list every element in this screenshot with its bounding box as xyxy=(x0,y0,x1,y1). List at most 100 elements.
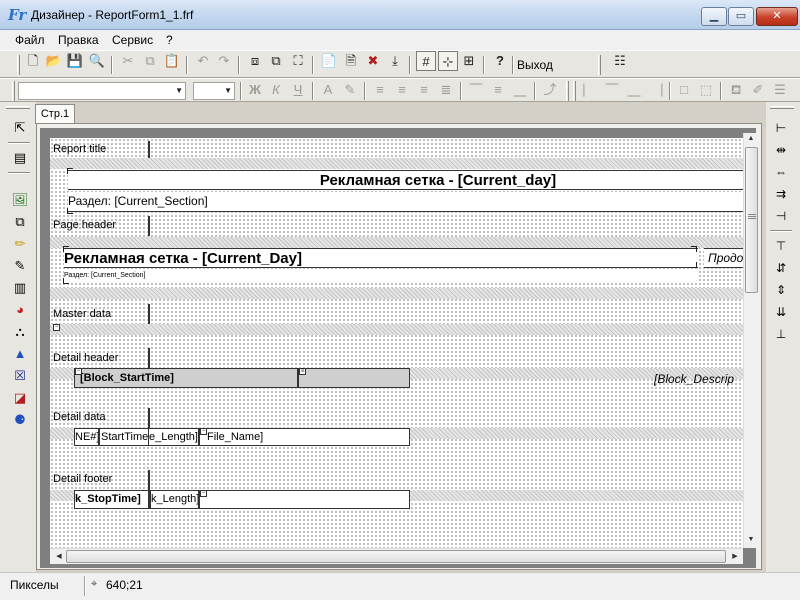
align-left-edges-icon[interactable]: ⊢ xyxy=(770,118,792,138)
align-center-icon[interactable]: ≡ xyxy=(392,80,412,100)
font-size-select[interactable]: ▼ xyxy=(193,82,235,100)
report-title-text[interactable]: Рекламная сетка - [Current_day] xyxy=(68,170,743,190)
page-header-right-text[interactable]: Продо xyxy=(704,248,743,268)
valign-bottom-icon[interactable]: ⎽ xyxy=(510,80,530,100)
valign-middle-icon[interactable]: ≡ xyxy=(488,80,508,100)
maximize-button[interactable]: ▭ xyxy=(728,7,754,26)
band-detail-footer[interactable]: Detail footer k_StopTime] k_Length] − xyxy=(50,462,743,548)
page-properties-icon[interactable]: ⤓ xyxy=(385,51,405,71)
band-page-header[interactable]: Page header Рекламная сетка - [Current_D… xyxy=(50,216,743,300)
picture-object-icon[interactable]: 🖼 xyxy=(10,190,30,210)
tab-page-1[interactable]: Стр.1 xyxy=(35,104,75,124)
toolbar-grip[interactable] xyxy=(598,55,601,75)
add-page-icon[interactable]: 📄 xyxy=(319,51,339,71)
line-object-icon[interactable]: ✏ xyxy=(10,234,30,254)
band-collapse-icon[interactable]: − xyxy=(53,324,60,331)
open-folder-icon[interactable]: 📂 xyxy=(44,51,64,71)
footer-empty-cell[interactable] xyxy=(199,490,410,509)
memo-object-icon[interactable]: ✎ xyxy=(10,256,30,276)
bring-to-front-icon[interactable]: ⧈ xyxy=(245,51,265,71)
frame-bottom-icon[interactable]: ⎽ xyxy=(624,80,644,100)
frame-all-icon[interactable]: □ xyxy=(674,80,694,100)
frame-width-icon[interactable]: ☰ xyxy=(770,80,790,100)
object-inspector-icon[interactable]: ☷ xyxy=(610,51,630,71)
report-design-canvas[interactable]: Report title Рекламная сетка - [Current_… xyxy=(50,138,743,548)
align-vert-centers-icon[interactable]: ⇵ xyxy=(770,258,792,278)
align-right-edges-icon[interactable]: ⊣ xyxy=(770,206,792,226)
align-to-grid-icon[interactable]: ⊹ xyxy=(438,51,458,71)
band-detail-data[interactable]: Detail data NE#] StartTime] e_Length] Fi… xyxy=(50,400,743,462)
horizontal-scroll-thumb[interactable] xyxy=(66,550,726,563)
block-description-field[interactable]: [Block_Descrip xyxy=(654,372,734,386)
chart-object-icon[interactable]: ◕ xyxy=(10,300,30,320)
frame-top-icon[interactable]: ⎺ xyxy=(602,80,622,100)
paste-icon[interactable]: 📋 xyxy=(162,51,182,71)
align-tops-icon[interactable]: ⊤ xyxy=(770,236,792,256)
barcode-object-icon[interactable]: ▥ xyxy=(10,278,30,298)
select-all-icon[interactable]: ⛶ xyxy=(288,51,308,71)
font-color-icon[interactable]: A xyxy=(318,80,338,100)
scroll-left-icon[interactable]: ◀ xyxy=(52,552,66,560)
page-header-title-text[interactable]: Рекламная сетка - [Current_Day] xyxy=(64,248,698,268)
space-vertically-icon[interactable]: ⇊ xyxy=(770,302,792,322)
show-grid-icon[interactable]: # xyxy=(416,51,436,71)
toolbar-grip[interactable] xyxy=(12,81,15,101)
preview-icon[interactable]: 🔍 xyxy=(87,51,107,71)
undo-icon[interactable]: ↶ xyxy=(193,51,213,71)
band-object-icon[interactable]: ▤ xyxy=(10,148,30,168)
units-indicator[interactable]: Пикселы xyxy=(10,578,59,592)
palette-grip[interactable] xyxy=(770,106,794,109)
frame-left-icon[interactable]: ⎸ xyxy=(580,80,600,100)
menu-file[interactable]: Файл xyxy=(15,33,45,47)
toolbar-grip[interactable] xyxy=(566,81,569,101)
footer-stoptime-cell[interactable]: k_StopTime] xyxy=(74,490,149,509)
send-to-back-icon[interactable]: ⧉ xyxy=(266,51,286,71)
help-context-icon[interactable]: ? xyxy=(490,51,510,71)
cut-icon[interactable]: ✂ xyxy=(118,51,138,71)
scroll-down-icon[interactable]: ▼ xyxy=(744,536,758,543)
block-starttime-field[interactable]: [Block_StartTime] xyxy=(74,368,298,388)
new-file-icon[interactable]: 🗋 xyxy=(23,51,43,71)
footer-length-cell[interactable]: k_Length] xyxy=(149,490,199,509)
align-left-icon[interactable]: ≡ xyxy=(370,80,390,100)
report-section-text[interactable]: Раздел: [Current_Section] xyxy=(68,192,743,212)
detail-length-cell[interactable]: e_Length] xyxy=(149,428,199,446)
center-vertically-icon[interactable]: ⇕ xyxy=(770,280,792,300)
align-justify-icon[interactable]: ≣ xyxy=(436,80,456,100)
center-horizontally-icon[interactable]: ⇔ xyxy=(770,162,792,182)
scroll-up-icon[interactable]: ▲ xyxy=(744,135,758,142)
delete-page-icon[interactable]: ✖ xyxy=(363,51,383,71)
align-bottoms-icon[interactable]: ⊥ xyxy=(770,324,792,344)
vertical-scroll-thumb[interactable] xyxy=(745,147,758,293)
minimize-button[interactable]: ▁ xyxy=(701,7,727,26)
fit-to-grid-icon[interactable]: ⊞ xyxy=(459,51,479,71)
copy-icon[interactable]: ⧉ xyxy=(140,51,160,71)
rotate-text-icon[interactable]: ⤴ xyxy=(540,80,560,100)
page-header-section-text[interactable]: Раздел: [Current_Section] xyxy=(64,270,698,282)
band-report-title[interactable]: Report title Рекламная сетка - [Current_… xyxy=(50,138,743,216)
toolbar-grip[interactable] xyxy=(17,55,20,75)
underline-button[interactable]: Ч xyxy=(288,80,308,100)
scroll-right-icon[interactable]: ▶ xyxy=(728,552,742,560)
subreport-object-icon[interactable]: ⧉ xyxy=(10,212,30,232)
align-horiz-centers-icon[interactable]: ⇹ xyxy=(770,140,792,160)
toolbar-grip[interactable] xyxy=(573,81,576,101)
valign-top-icon[interactable]: ⎺ xyxy=(466,80,486,100)
close-button[interactable]: ✕ xyxy=(756,7,798,26)
band-master-data[interactable]: Master data − xyxy=(50,300,743,340)
detail-line-number-cell[interactable]: NE#] xyxy=(74,428,99,446)
frame-color-icon[interactable]: ✐ xyxy=(748,80,768,100)
palette-grip[interactable] xyxy=(6,106,30,109)
menu-service[interactable]: Сервис xyxy=(112,33,153,47)
font-name-select[interactable]: ▼ xyxy=(18,82,186,100)
italic-button[interactable]: К xyxy=(266,80,286,100)
richtext-object-icon[interactable]: ⛬ xyxy=(10,322,30,342)
save-icon[interactable]: 💾 xyxy=(65,51,85,71)
exit-button[interactable]: Выход xyxy=(517,55,553,75)
horizontal-scrollbar[interactable]: ◀ ▶ xyxy=(50,548,743,564)
select-arrow-icon[interactable]: ⇱ xyxy=(10,118,30,138)
detail-filename-cell[interactable]: File_Name] xyxy=(199,428,410,446)
detail-header-cell[interactable] xyxy=(298,368,410,388)
bold-button[interactable]: Ж xyxy=(245,80,265,100)
frame-right-icon[interactable]: ⎹ xyxy=(646,80,666,100)
